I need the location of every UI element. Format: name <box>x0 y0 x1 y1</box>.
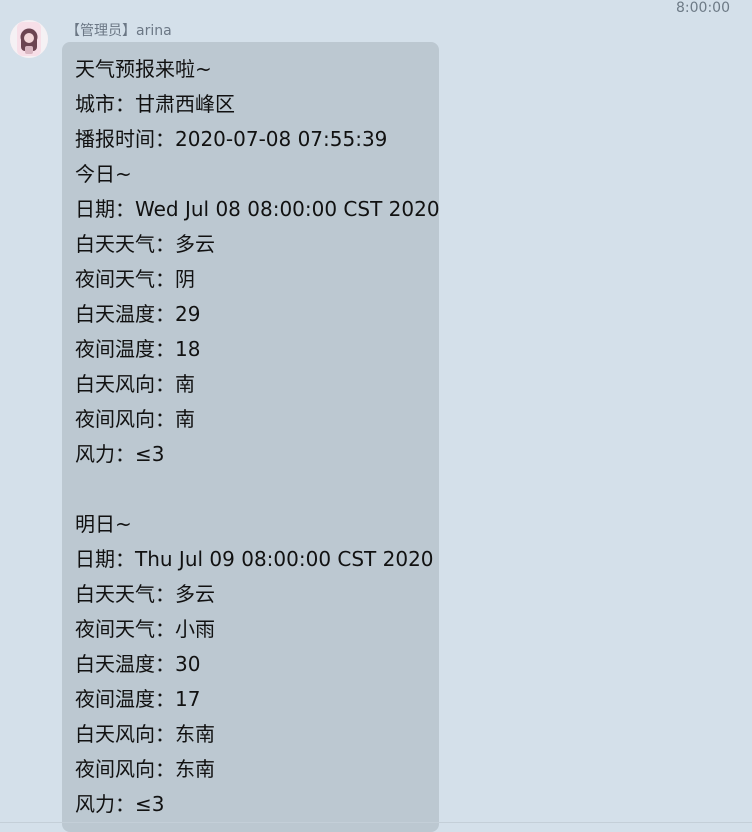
message-line: 白天天气：多云 <box>75 582 215 606</box>
message-line: 城市：甘肃西峰区 <box>75 92 235 116</box>
message-line: 风力：≤3 <box>75 792 165 816</box>
message-line: 风力：≤3 <box>75 442 165 466</box>
message-line: 夜间温度：17 <box>75 687 201 711</box>
message-line: 天气预报来啦~ <box>75 57 212 81</box>
sender-name: 【管理员】arina <box>66 23 172 39</box>
message-line: 白天温度：29 <box>75 302 201 326</box>
message-bubble[interactable] <box>62 42 439 832</box>
message-line: 今日~ <box>75 162 132 186</box>
message-line: 日期：Wed Jul 08 08:00:00 CST 2020 <box>75 197 440 221</box>
message-line: 夜间风向：南 <box>75 407 195 431</box>
message-line: 播报时间：2020-07-08 07:55:39 <box>75 127 388 151</box>
message-line: 夜间风向：东南 <box>75 757 215 781</box>
message-line: 夜间温度：18 <box>75 337 201 361</box>
avatar[interactable] <box>10 20 48 58</box>
message-line: 夜间天气：阴 <box>75 267 195 291</box>
message-line: 明日~ <box>75 512 132 536</box>
message-line: 白天风向：东南 <box>75 722 215 746</box>
message-line: 夜间天气：小雨 <box>75 617 215 641</box>
message-line: 白天天气：多云 <box>75 232 215 256</box>
message-line: 白天温度：30 <box>75 652 201 676</box>
avatar-image <box>10 20 48 58</box>
message-line: 白天风向：南 <box>75 372 195 396</box>
message-line: 日期：Thu Jul 09 08:00:00 CST 2020 <box>75 547 434 571</box>
message-timestamp: 8:00:00 <box>676 0 730 16</box>
